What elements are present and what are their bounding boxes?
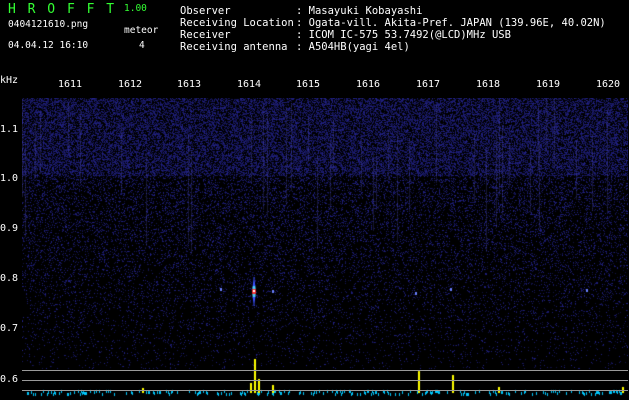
- info-label-observer: Observer: [180, 5, 231, 17]
- x-tick-label: 1617: [416, 79, 441, 90]
- y-tick-label: 0.8: [0, 273, 19, 284]
- meteor-label: meteor: [124, 25, 159, 36]
- y-tick-label: 1.1: [0, 124, 19, 135]
- x-tick-label: 1618: [476, 79, 501, 90]
- meteor-count: 4: [139, 40, 145, 51]
- x-tick-label: 1614: [237, 79, 262, 90]
- info-label-receiver: Receiver: [180, 29, 231, 41]
- threshold-line-lower: [22, 390, 628, 391]
- hrofft-window: H R O F F T 1.00 0404121610.png 04.04.12…: [0, 0, 629, 400]
- threshold-line-upper: [22, 370, 628, 371]
- x-tick-label: 1615: [296, 79, 321, 90]
- info-value-antenna: : A504HB(yagi 4el): [296, 41, 410, 53]
- file-name: 0404121610.png: [8, 19, 89, 30]
- spectrogram-canvas: [22, 98, 628, 399]
- info-value-observer: : Masayuki Kobayashi: [296, 5, 423, 17]
- app-version: 1.00: [124, 3, 147, 14]
- y-tick-label: 0.7: [0, 323, 19, 334]
- info-value-receiver: : ICOM IC-575 53.7492(@LCD)MHz USB: [296, 29, 511, 41]
- x-tick-label: 1611: [58, 79, 83, 90]
- info-value-location: : Ogata-vill. Akita-Pref. JAPAN (139.96E…: [296, 17, 606, 29]
- spectrogram: [22, 98, 628, 399]
- x-tick-label: 1616: [356, 79, 381, 90]
- y-tick-label: 0.9: [0, 223, 19, 234]
- x-tick-label: 1612: [118, 79, 143, 90]
- info-label-location: Receiving Location: [180, 17, 294, 29]
- y-tick-label: 0.6: [0, 374, 19, 385]
- x-tick-label: 1620: [596, 79, 621, 90]
- app-name: H R O F F T: [8, 2, 117, 17]
- y-unit-label: kHz: [0, 75, 19, 86]
- x-tick-label: 1613: [177, 79, 202, 90]
- threshold-line-middle: [22, 380, 628, 381]
- y-tick-label: 1.0: [0, 173, 19, 184]
- info-label-antenna: Receiving antenna: [180, 41, 288, 53]
- x-tick-label: 1619: [536, 79, 561, 90]
- file-datetime: 04.04.12 16:10: [8, 40, 89, 51]
